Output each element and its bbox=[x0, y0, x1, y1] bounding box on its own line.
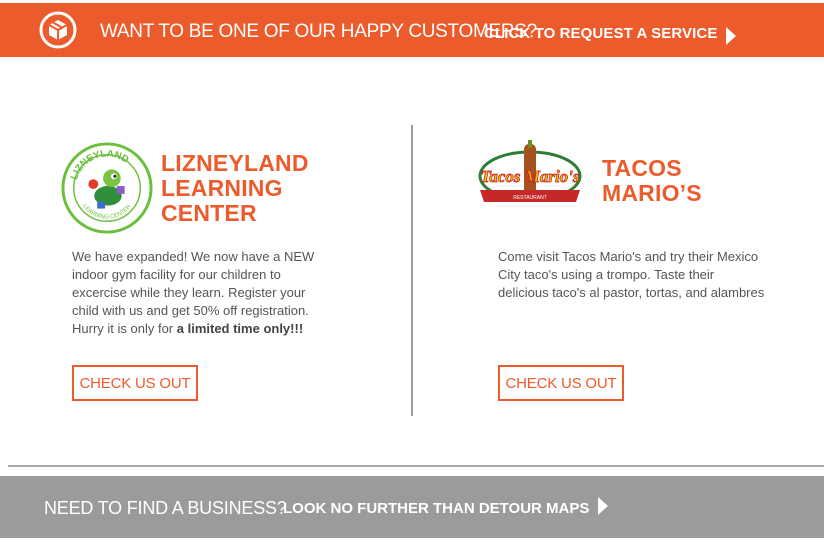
play-arrow-icon[interactable] bbox=[726, 27, 736, 45]
play-arrow-icon[interactable] bbox=[598, 497, 608, 515]
tacos-marios-name: TACOS MARIO’S bbox=[602, 155, 702, 206]
section-divider bbox=[8, 465, 824, 467]
find-business-prompt-text: NEED TO FIND A BUSINESS? bbox=[44, 498, 287, 518]
detour-maps-link[interactable]: LOOK NO FURTHER THAN DETOUR MAPS bbox=[283, 500, 589, 517]
lizneyland-description: We have expanded! We now have a NEW indo… bbox=[72, 248, 328, 338]
lizneyland-check-us-out-button[interactable]: CHECK US OUT bbox=[72, 365, 198, 401]
package-box-icon bbox=[39, 11, 77, 49]
card-divider bbox=[411, 125, 413, 416]
tacos-marios-check-us-out-button[interactable]: CHECK US OUT bbox=[498, 365, 624, 401]
tacos-marios-description: Come visit Tacos Mario's and try their M… bbox=[498, 249, 765, 300]
tacos-marios-logo-wordmark: Tacos Mario's bbox=[480, 167, 579, 186]
tacos-marios-logo: RESTAURANT Tacos Mario's bbox=[478, 140, 582, 202]
customer-prompt-text: WANT TO BE ONE OF OUR HAPPY CUSTOMERS? bbox=[100, 21, 537, 42]
bottom-banner: NEED TO FIND A BUSINESS? LOOK NO FURTHER… bbox=[0, 476, 824, 538]
top-banner: WANT TO BE ONE OF OUR HAPPY CUSTOMERS? C… bbox=[0, 3, 824, 57]
lizneyland-logo: LIZNEYLAND LEARNING CENTER bbox=[61, 142, 153, 234]
request-service-link[interactable]: CLICK TO REQUEST A SERVICE bbox=[484, 25, 717, 42]
tacos-marios-logo-subtext: RESTAURANT bbox=[513, 195, 547, 201]
lizneyland-description-emphasis: a limited time only!!! bbox=[176, 321, 304, 336]
lizneyland-name: LIZNEYLAND LEARNING CENTER bbox=[161, 150, 309, 226]
